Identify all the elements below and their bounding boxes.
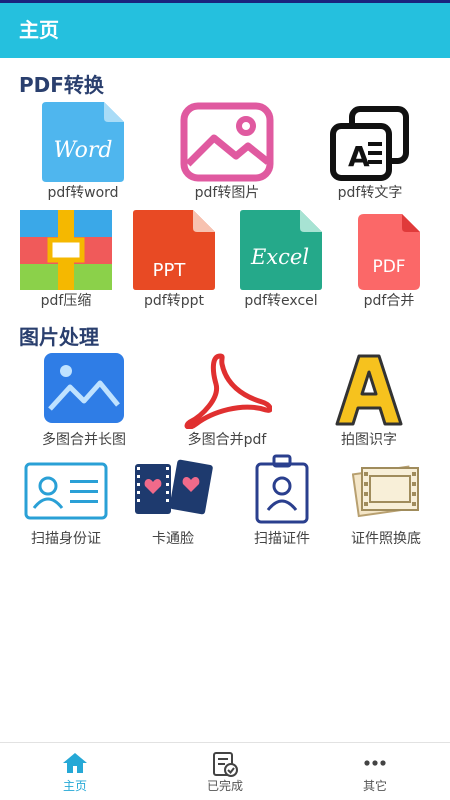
section-title-pdf: PDF转换	[19, 73, 104, 97]
tile-pdf-to-excel[interactable]: Excel pdf转excel	[240, 210, 322, 309]
tile-label: pdf合并	[363, 293, 415, 309]
nav-item-home[interactable]: 主页	[0, 743, 150, 800]
home-icon	[63, 753, 87, 773]
compress-icon	[20, 210, 112, 290]
tile-merge-long-image[interactable]: 多图合并长图	[42, 353, 126, 448]
tile-label: 多图合并长图	[42, 432, 126, 448]
tile-label: pdf转文字	[337, 185, 403, 201]
pdf-merge-icon: PDF	[358, 214, 420, 290]
badge-icon	[255, 454, 309, 524]
tile-pdf-to-word[interactable]: Word pdf转word	[42, 102, 124, 201]
pdf-icon-text: PDF	[372, 257, 405, 277]
tile-label: 扫描证件	[254, 531, 310, 547]
tile-id-photo-background[interactable]: 证件照换底	[351, 460, 421, 547]
letter-a-icon	[335, 354, 403, 426]
tile-label: 拍图识字	[341, 432, 397, 448]
ppt-icon-text: PPT	[153, 260, 187, 281]
done-list-icon	[213, 752, 238, 777]
tile-pdf-merge[interactable]: PDF pdf合并	[358, 214, 420, 309]
word-icon-text: Word	[54, 138, 113, 163]
svg-text:A: A	[348, 140, 370, 173]
nav-item-other[interactable]: 其它	[300, 743, 450, 800]
tile-scan-document[interactable]: 扫描证件	[254, 454, 310, 547]
page-title: 主页	[19, 18, 59, 42]
tile-photo-ocr[interactable]: 拍图识字	[335, 352, 403, 448]
bottom-nav: 主页 已完成 其它	[0, 742, 450, 800]
tile-label: pdf转word	[47, 185, 119, 201]
acrobat-icon	[184, 353, 272, 429]
excel-icon: Excel	[240, 210, 322, 290]
tile-label: pdf转图片	[194, 185, 260, 201]
section-title-image: 图片处理	[19, 325, 99, 349]
word-icon: Word	[42, 102, 124, 182]
tile-label: pdf转ppt	[144, 293, 204, 309]
long-image-icon	[44, 353, 124, 423]
nav-item-done[interactable]: 已完成	[150, 743, 300, 800]
tile-label: 卡通脸	[152, 531, 194, 547]
tile-pdf-to-image[interactable]: pdf转图片	[180, 102, 274, 201]
film-photo-icon	[352, 465, 419, 518]
tile-pdf-compress[interactable]: pdf压缩	[20, 210, 112, 309]
tile-pdf-to-text[interactable]: A pdf转文字	[330, 106, 410, 201]
tile-label: 扫描身份证	[31, 531, 101, 547]
tile-label: 证件照换底	[351, 531, 421, 547]
excel-icon-text: Excel	[250, 245, 309, 269]
nav-label: 主页	[62, 779, 87, 793]
text-icon: A	[330, 106, 409, 181]
tile-cartoon-face[interactable]: 卡通脸	[133, 458, 213, 547]
tile-merge-pdf[interactable]: 多图合并pdf	[182, 352, 272, 448]
tile-label: pdf转excel	[244, 293, 318, 309]
id-card-icon	[24, 462, 108, 520]
tile-label: 多图合并pdf	[187, 432, 267, 448]
cartoon-cards-icon	[135, 459, 213, 515]
more-icon	[364, 760, 386, 766]
tile-scan-id-card[interactable]: 扫描身份证	[24, 460, 108, 547]
nav-label: 其它	[362, 779, 387, 793]
ppt-icon: PPT	[133, 210, 215, 290]
nav-label: 已完成	[206, 779, 243, 793]
app-header: 主页	[0, 0, 450, 58]
image-icon	[180, 102, 274, 182]
tile-pdf-to-ppt[interactable]: PPT pdf转ppt	[133, 210, 215, 309]
